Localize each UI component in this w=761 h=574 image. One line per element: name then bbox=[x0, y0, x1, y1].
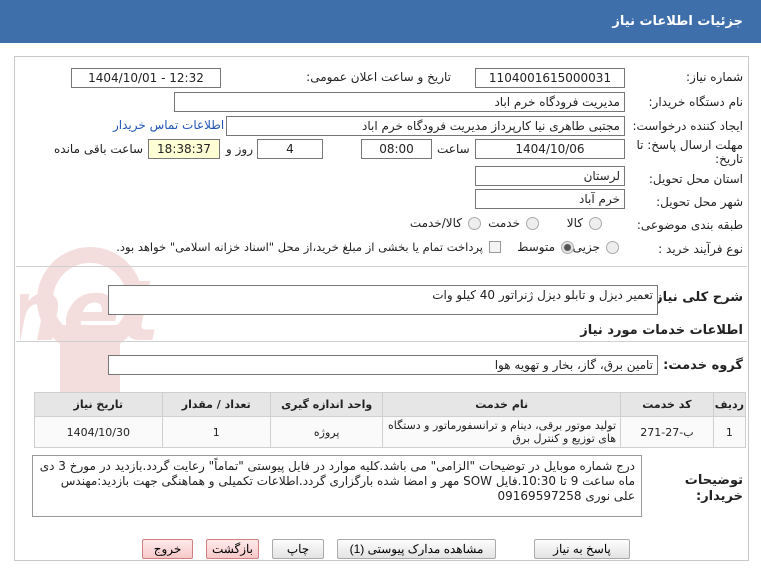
deadline-label: مهلت ارسال پاسخ: تا bbox=[636, 138, 743, 152]
services-table: ردیف کد خدمت نام خدمت واحد اندازه گیری ت… bbox=[34, 392, 747, 448]
need-number-field: 1104001615000031 bbox=[475, 68, 625, 88]
creator-label: ایجاد کننده درخواست: bbox=[632, 119, 743, 133]
announce-datetime-field: 1404/10/01 - 12:32 bbox=[71, 68, 221, 88]
treasury-payment-checkbox[interactable]: پرداخت تمام یا بخشی از مبلغ خرید،از محل … bbox=[116, 240, 501, 254]
radio-icon[interactable] bbox=[606, 240, 619, 254]
column-header-unit: واحد اندازه گیری bbox=[269, 392, 384, 417]
column-header-service-code: کد خدمت bbox=[620, 392, 714, 417]
category-option-goods-service[interactable]: کالا/خدمت bbox=[410, 216, 481, 230]
city-label: شهر محل تحویل: bbox=[656, 195, 743, 209]
buyer-field: مدیریت فرودگاه خرم اباد bbox=[174, 92, 625, 112]
divider bbox=[16, 266, 747, 267]
buyer-contact-link[interactable]: اطلاعات تماس خریدار bbox=[113, 118, 224, 132]
remaining-time-label: ساعت باقی مانده bbox=[54, 142, 144, 156]
description-field: تعمیر دیزل و تابلو دیزل ژنراتور 40 کیلو … bbox=[108, 285, 658, 315]
buyer-notes-label: توضیحات bbox=[684, 473, 743, 488]
category-option-goods[interactable]: کالا bbox=[567, 216, 602, 230]
column-header-row-number: ردیف bbox=[712, 392, 747, 417]
radio-icon[interactable] bbox=[526, 216, 539, 230]
buyer-notes-label-2: خریدار: bbox=[696, 489, 743, 504]
cell-service-name: تولید موتور برقی، دینام و ترانسفورماتور … bbox=[382, 416, 622, 448]
province-label: استان محل تحویل: bbox=[648, 172, 743, 186]
time-label: ساعت bbox=[437, 142, 470, 156]
deadline-time-field: 08:00 bbox=[361, 139, 432, 159]
column-header-service-name: نام خدمت bbox=[382, 392, 622, 417]
cell-service-code: ب-27-271 bbox=[620, 416, 714, 448]
page-title-bar: جزئیات اطلاعات نیاز bbox=[0, 0, 761, 43]
divider bbox=[16, 341, 747, 342]
column-header-quantity: تعداد / مقدار bbox=[161, 392, 271, 417]
deadline-date-label: تاریخ: bbox=[715, 152, 743, 166]
exit-button[interactable]: خروج bbox=[142, 539, 193, 559]
process-option-minor[interactable]: جزیی bbox=[573, 240, 619, 254]
back-button[interactable]: بازگشت bbox=[206, 539, 259, 559]
city-field: خرم آباد bbox=[475, 189, 625, 209]
creator-field: مجتبی طاهری نیا کارپرداز مدیریت فرودگاه … bbox=[226, 116, 625, 136]
buyer-notes-field: درج شماره موبایل در توضیحات "الزامی" می … bbox=[32, 455, 642, 517]
description-label: شرح کلی نیاز: bbox=[649, 290, 743, 305]
cell-row-number: 1 bbox=[712, 416, 747, 448]
column-header-need-date: تاریخ نیاز bbox=[34, 392, 163, 417]
deadline-date-field: 1404/10/06 bbox=[475, 139, 625, 159]
table-row: 1 ب-27-271 تولید موتور برقی، دینام و ترا… bbox=[34, 416, 747, 448]
announce-label: تاریخ و ساعت اعلان عمومی: bbox=[306, 70, 451, 84]
days-remaining-field: 4 bbox=[257, 139, 323, 159]
category-label: طبقه بندی موضوعی: bbox=[636, 218, 743, 232]
cell-quantity: 1 bbox=[161, 416, 271, 448]
days-label: روز و bbox=[226, 142, 253, 156]
radio-icon[interactable] bbox=[589, 216, 602, 230]
cell-need-date: 1404/10/30 bbox=[34, 416, 163, 448]
buyer-label: نام دستگاه خریدار: bbox=[648, 95, 744, 109]
remaining-time-field: 18:38:37 bbox=[148, 139, 220, 159]
service-group-label: گروه خدمت: bbox=[663, 358, 743, 373]
checkbox-icon[interactable] bbox=[489, 241, 501, 253]
services-heading: اطلاعات خدمات مورد نیاز bbox=[580, 323, 743, 338]
cell-unit: پروژه bbox=[269, 416, 384, 448]
radio-icon[interactable] bbox=[468, 216, 481, 230]
radio-selected-icon[interactable] bbox=[561, 240, 574, 254]
process-label: نوع فرآیند خرید : bbox=[658, 242, 743, 256]
province-field: لرستان bbox=[475, 166, 625, 186]
page-title: جزئیات اطلاعات نیاز bbox=[612, 14, 743, 29]
service-group-field: تامین برق، گاز، بخار و تهویه هوا bbox=[108, 355, 658, 375]
process-option-medium[interactable]: متوسط bbox=[517, 240, 574, 254]
view-attachments-button[interactable]: مشاهده مدارک پیوستی (1) bbox=[337, 539, 496, 559]
need-number-label: شماره نیاز: bbox=[686, 70, 743, 84]
table-header-row: ردیف کد خدمت نام خدمت واحد اندازه گیری ت… bbox=[34, 392, 747, 417]
respond-button[interactable]: پاسخ به نیاز bbox=[534, 539, 630, 559]
print-button[interactable]: چاپ bbox=[272, 539, 324, 559]
category-option-service[interactable]: خدمت bbox=[488, 216, 539, 230]
